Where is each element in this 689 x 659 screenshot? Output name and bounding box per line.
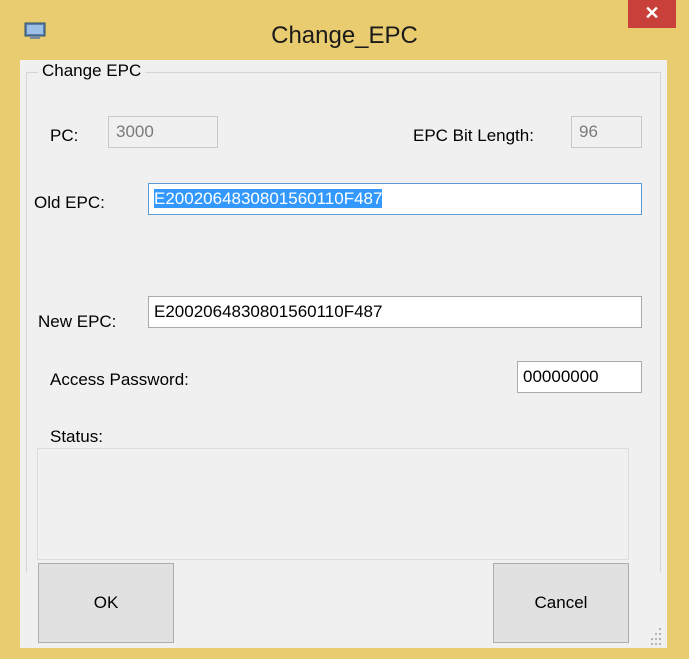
cancel-button[interactable]: Cancel (493, 563, 629, 643)
pc-label: PC: (50, 126, 79, 145)
old-epc-value: E2002064830801560110F487 (154, 189, 383, 208)
old-epc-field[interactable]: E2002064830801560110F487 (148, 183, 642, 215)
close-icon: ✕ (644, 3, 660, 23)
window-title: Change_EPC (271, 22, 418, 49)
ok-button[interactable]: OK (38, 563, 174, 643)
dialog-client-area: Change EPC PC: 3000 EPC Bit Length: 96 O… (20, 60, 667, 648)
pc-field[interactable]: 3000 (108, 116, 218, 148)
status-box (37, 448, 629, 560)
status-label: Status: (50, 427, 103, 446)
epc-bit-length-field[interactable]: 96 (571, 116, 642, 148)
access-password-label: Access Password: (50, 370, 189, 389)
groupbox-title: Change EPC (38, 61, 146, 81)
access-password-field[interactable]: 00000000 (517, 361, 642, 393)
title-bar[interactable]: Change_EPC ✕ (0, 0, 689, 60)
epc-bit-length-label: EPC Bit Length: (413, 126, 534, 145)
close-button[interactable]: ✕ (628, 0, 676, 28)
new-epc-label: New EPC: (38, 312, 117, 331)
new-epc-field[interactable]: E2002064830801560110F487 (148, 296, 642, 328)
change-epc-window: Change_EPC ✕ Change EPC PC: 3000 EPC Bit… (0, 0, 689, 659)
resize-grip-icon[interactable] (649, 626, 663, 646)
old-epc-label: Old EPC: (34, 193, 105, 212)
